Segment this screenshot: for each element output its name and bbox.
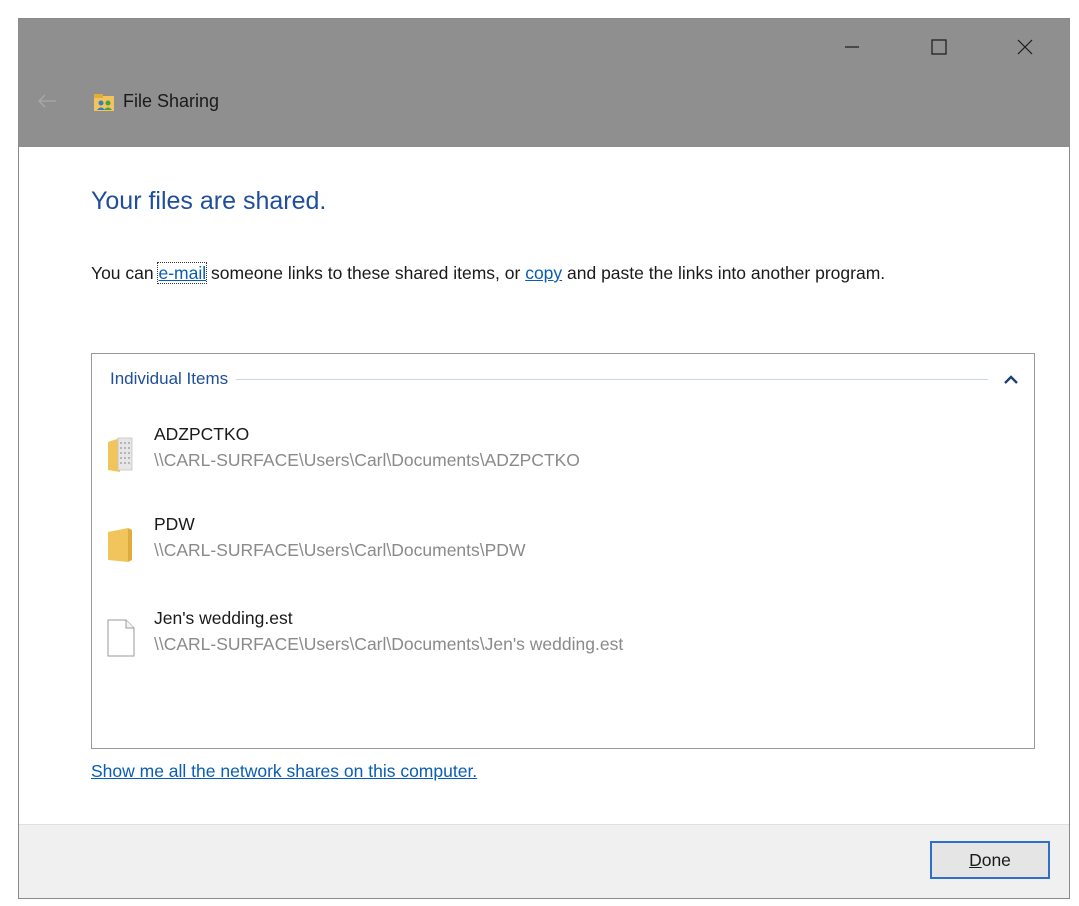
list-item[interactable]: Jen's wedding.est \\CARL-SURFACE\Users\C…	[106, 608, 1006, 670]
description-prefix: You can	[91, 263, 159, 283]
file-sharing-icon	[93, 92, 115, 114]
email-link[interactable]: e-mail	[157, 262, 208, 284]
minimize-icon[interactable]	[822, 19, 882, 75]
file-icon	[106, 618, 138, 658]
list-item[interactable]: ADZPCTKO \\CARL-SURFACE\Users\Carl\Docum…	[106, 424, 1006, 486]
dialog-footer	[19, 824, 1069, 898]
description-middle: someone links to these shared items, or	[206, 263, 526, 283]
network-shares-link[interactable]: Show me all the network shares on this c…	[91, 761, 477, 782]
done-button-label: one	[981, 849, 1011, 870]
description-suffix: and paste the links into another program…	[562, 263, 886, 283]
shared-items-list: Individual Items ADZPCTKO \\CARL-SURFACE…	[91, 353, 1035, 749]
folder-with-files-icon	[106, 434, 138, 474]
back-arrow-icon[interactable]	[29, 87, 65, 115]
description-text: You can e-mail someone links to these sh…	[91, 259, 1041, 288]
list-item[interactable]: PDW \\CARL-SURFACE\Users\Carl\Documents\…	[106, 514, 1006, 576]
item-path: \\CARL-SURFACE\Users\Carl\Documents\PDW	[154, 540, 526, 560]
folder-icon	[106, 524, 138, 564]
close-icon[interactable]	[995, 19, 1055, 75]
done-button-accelerator: D	[969, 849, 982, 870]
chevron-up-icon[interactable]	[1002, 372, 1020, 386]
done-button[interactable]: Done	[930, 841, 1050, 879]
page-heading: Your files are shared.	[91, 187, 327, 215]
item-path: \\CARL-SURFACE\Users\Carl\Documents\Jen'…	[154, 634, 624, 654]
title-bar: File Sharing	[19, 19, 1069, 147]
item-path: \\CARL-SURFACE\Users\Carl\Documents\ADZP…	[154, 450, 580, 470]
item-name: Jen's wedding.est	[154, 608, 293, 628]
group-divider	[236, 378, 988, 380]
file-sharing-window: File Sharing Your files are shared. You …	[18, 18, 1070, 899]
group-header: Individual Items	[110, 368, 1020, 390]
item-name: PDW	[154, 514, 195, 534]
item-name: ADZPCTKO	[154, 424, 250, 444]
group-label: Individual Items	[110, 369, 229, 388]
window-title: File Sharing	[123, 91, 220, 111]
maximize-icon[interactable]	[909, 19, 969, 75]
copy-link[interactable]: copy	[525, 263, 562, 283]
